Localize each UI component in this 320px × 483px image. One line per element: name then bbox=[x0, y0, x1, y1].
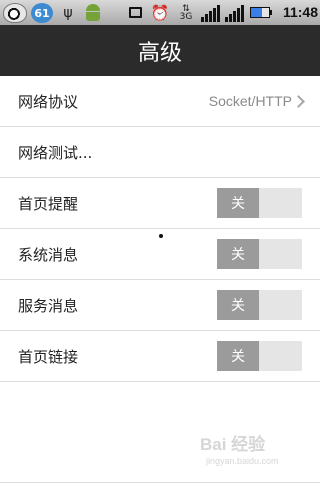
watermark-logo: Bai 经验 bbox=[200, 435, 266, 454]
screen-icon bbox=[127, 3, 143, 22]
android-icon bbox=[85, 3, 101, 22]
signal-icon bbox=[200, 3, 220, 22]
watermark-url: jingyan.baidu.com bbox=[206, 456, 279, 466]
homepage-reminder-label: 首页提醒 bbox=[18, 194, 79, 213]
network-protocol-row[interactable]: 网络协议 Socket/HTTP bbox=[0, 76, 320, 127]
network-test-label: 网络测试... bbox=[18, 143, 93, 162]
homepage-reminder-toggle[interactable]: 关 bbox=[217, 188, 302, 218]
service-messages-toggle[interactable]: 关 bbox=[217, 290, 302, 320]
dot-indicator bbox=[159, 234, 163, 238]
signal-icon-secondary bbox=[224, 3, 244, 22]
homepage-links-row: 首页链接 关 bbox=[0, 331, 320, 382]
homepage-reminder-row: 首页提醒 关 bbox=[0, 178, 320, 229]
network-test-row[interactable]: 网络测试... bbox=[0, 127, 320, 178]
battery-icon bbox=[250, 7, 270, 18]
service-messages-row: 服务消息 关 bbox=[0, 280, 320, 331]
homepage-links-label: 首页链接 bbox=[18, 347, 79, 366]
system-messages-label: 系统消息 bbox=[18, 245, 79, 264]
notification-badge: 61 bbox=[31, 3, 53, 23]
3g-icon: ⇅ 3G bbox=[179, 3, 193, 22]
toggle-track bbox=[259, 341, 302, 371]
battery-tip bbox=[270, 10, 272, 15]
status-bar: 61 ψ ⏰ ⇅ 3G 11:48 bbox=[0, 0, 320, 25]
toggle-off-label: 关 bbox=[217, 290, 259, 320]
network-protocol-value: Socket/HTTP bbox=[208, 93, 292, 109]
network-protocol-label: 网络协议 bbox=[18, 92, 79, 111]
page-title: 高级 bbox=[0, 25, 320, 76]
toggle-track bbox=[259, 188, 302, 218]
toggle-track bbox=[259, 239, 302, 269]
alarm-icon: ⏰ bbox=[150, 3, 170, 22]
toggle-off-label: 关 bbox=[217, 239, 259, 269]
toggle-off-label: 关 bbox=[217, 341, 259, 371]
weibo-icon bbox=[3, 3, 27, 23]
homepage-links-toggle[interactable]: 关 bbox=[217, 341, 302, 371]
toggle-off-label: 关 bbox=[217, 188, 259, 218]
status-time: 11:48 bbox=[282, 4, 318, 20]
usb-icon: ψ bbox=[63, 4, 73, 21]
settings-list: 网络协议 Socket/HTTP 网络测试... 首页提醒 关 系统消息 关 服… bbox=[0, 76, 320, 483]
system-messages-toggle[interactable]: 关 bbox=[217, 239, 302, 269]
service-messages-label: 服务消息 bbox=[18, 296, 79, 315]
toggle-track bbox=[259, 290, 302, 320]
chevron-right-icon bbox=[292, 94, 305, 108]
watermark: Bai 经验 jingyan.baidu.com bbox=[200, 434, 315, 476]
